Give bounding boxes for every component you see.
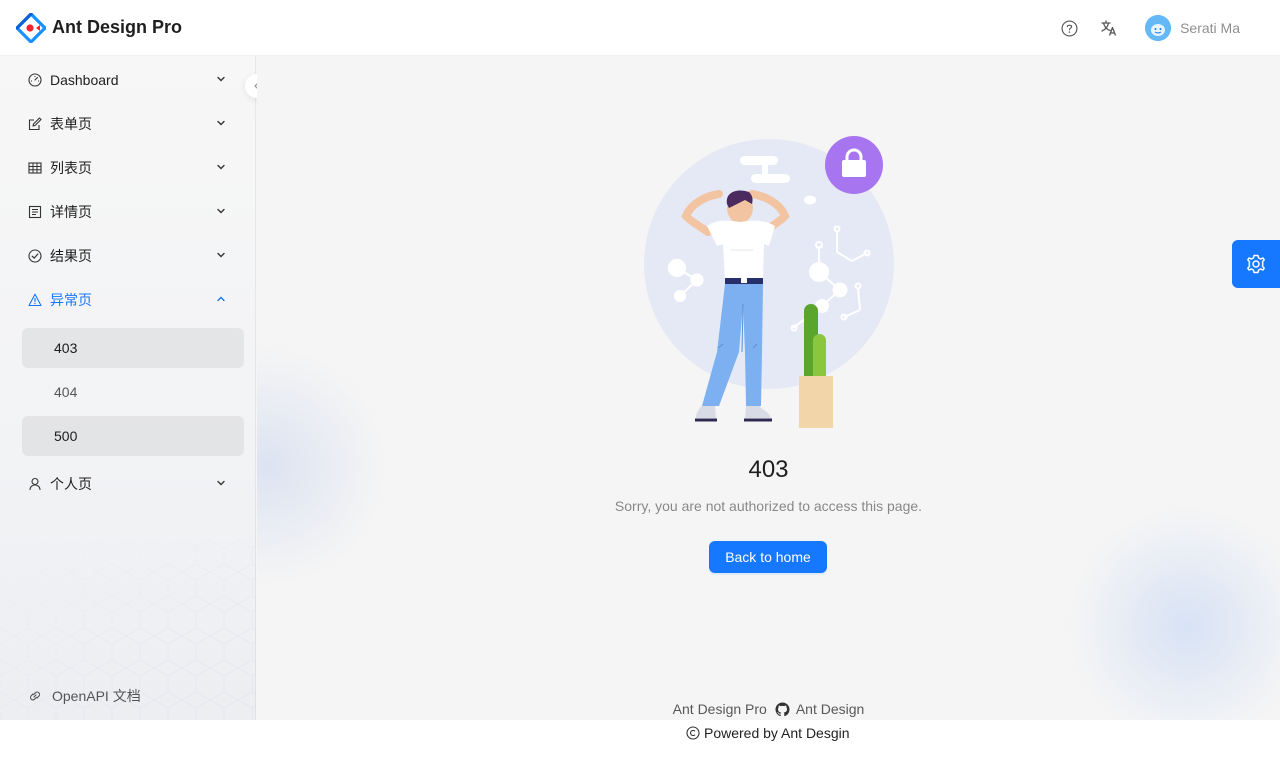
gear-icon: [1247, 254, 1265, 274]
copyright-bar: Powered by Ant Desgin: [0, 720, 1280, 765]
sidebar-item-profile[interactable]: 详情页: [16, 192, 244, 232]
sidebar: Dashboard 表单页 列表页 详情页 结果页 异常页 403 404 50…: [0, 56, 256, 720]
openapi-label: OpenAPI 文档: [52, 688, 141, 704]
user-icon: [28, 477, 42, 491]
avatar: [1145, 15, 1172, 41]
openapi-docs-link[interactable]: OpenAPI 文档: [28, 686, 141, 706]
sidebar-item-label: 结果页: [50, 248, 92, 264]
sidebar-item-label: 详情页: [50, 204, 92, 220]
sidebar-subitem-404[interactable]: 404: [22, 372, 244, 412]
copyright-text: Powered by Ant Desgin: [704, 725, 850, 741]
chevron-down-icon: [217, 76, 225, 82]
link-icon: [30, 691, 40, 701]
app-title: Ant Design Pro: [52, 17, 183, 37]
form-icon: [28, 117, 42, 131]
sidebar-item-list[interactable]: 列表页: [16, 148, 244, 188]
result-status-title: 403: [748, 456, 789, 483]
footer-links: Ant Design Pro Ant Design: [257, 701, 1280, 717]
sidebar-item-exception[interactable]: 异常页: [16, 280, 244, 320]
sidebar-item-account[interactable]: 个人页: [16, 464, 244, 504]
chevron-down-icon: [217, 208, 225, 214]
sidebar-item-result[interactable]: 结果页: [16, 236, 244, 276]
sidebar-item-form[interactable]: 表单页: [16, 104, 244, 144]
sidebar-subitem-403[interactable]: 403: [22, 328, 244, 368]
sidebar-item-label: Dashboard: [50, 72, 119, 88]
copyright-icon: [686, 726, 700, 740]
sidebar-item-label: 异常页: [50, 292, 92, 308]
sidebar-subitem-500[interactable]: 500: [22, 416, 244, 456]
chevron-down-icon: [217, 252, 225, 258]
sidebar-item-label: 列表页: [50, 160, 92, 176]
settings-drawer-button[interactable]: [1232, 240, 1280, 288]
chevron-down-icon: [217, 120, 225, 126]
chevron-down-icon: [217, 164, 225, 170]
chevron-down-icon: [217, 480, 225, 486]
sidebar-item-dashboard[interactable]: Dashboard: [16, 60, 244, 100]
sidebar-subitem-label: 404: [54, 384, 78, 400]
table-icon: [28, 161, 42, 175]
background-blob: [1067, 506, 1280, 720]
profile-icon: [28, 205, 42, 219]
result-subtitle: Sorry, you are not authorized to access …: [614, 498, 923, 514]
question-circle-icon[interactable]: [1049, 0, 1089, 56]
sidebar-item-label: 个人页: [50, 476, 92, 492]
dashboard-icon: [28, 73, 42, 87]
sidebar-item-label: 表单页: [50, 116, 92, 132]
main-content: 403 Sorry, you are not authorized to acc…: [257, 56, 1280, 720]
forbidden-illustration: [644, 136, 894, 428]
top-header: Ant Design Pro Serati Ma: [0, 0, 1280, 56]
ant-design-logo-icon: [16, 12, 46, 43]
user-name: Serati Ma: [1180, 20, 1240, 36]
translation-icon[interactable]: [1089, 0, 1129, 56]
logo[interactable]: Ant Design Pro: [16, 12, 183, 43]
chevron-up-icon: [217, 296, 225, 302]
user-menu[interactable]: Serati Ma: [1145, 15, 1240, 41]
back-to-home-button[interactable]: Back to home: [709, 541, 827, 573]
sidebar-subitem-label: 500: [54, 428, 78, 444]
github-icon[interactable]: [775, 701, 790, 717]
warning-icon: [28, 293, 42, 307]
check-circle-icon: [28, 249, 42, 263]
footer-link-ant-design-pro[interactable]: Ant Design Pro: [673, 701, 767, 717]
sidebar-subitem-label: 403: [54, 340, 78, 356]
footer-link-ant-design[interactable]: Ant Design: [796, 701, 864, 717]
